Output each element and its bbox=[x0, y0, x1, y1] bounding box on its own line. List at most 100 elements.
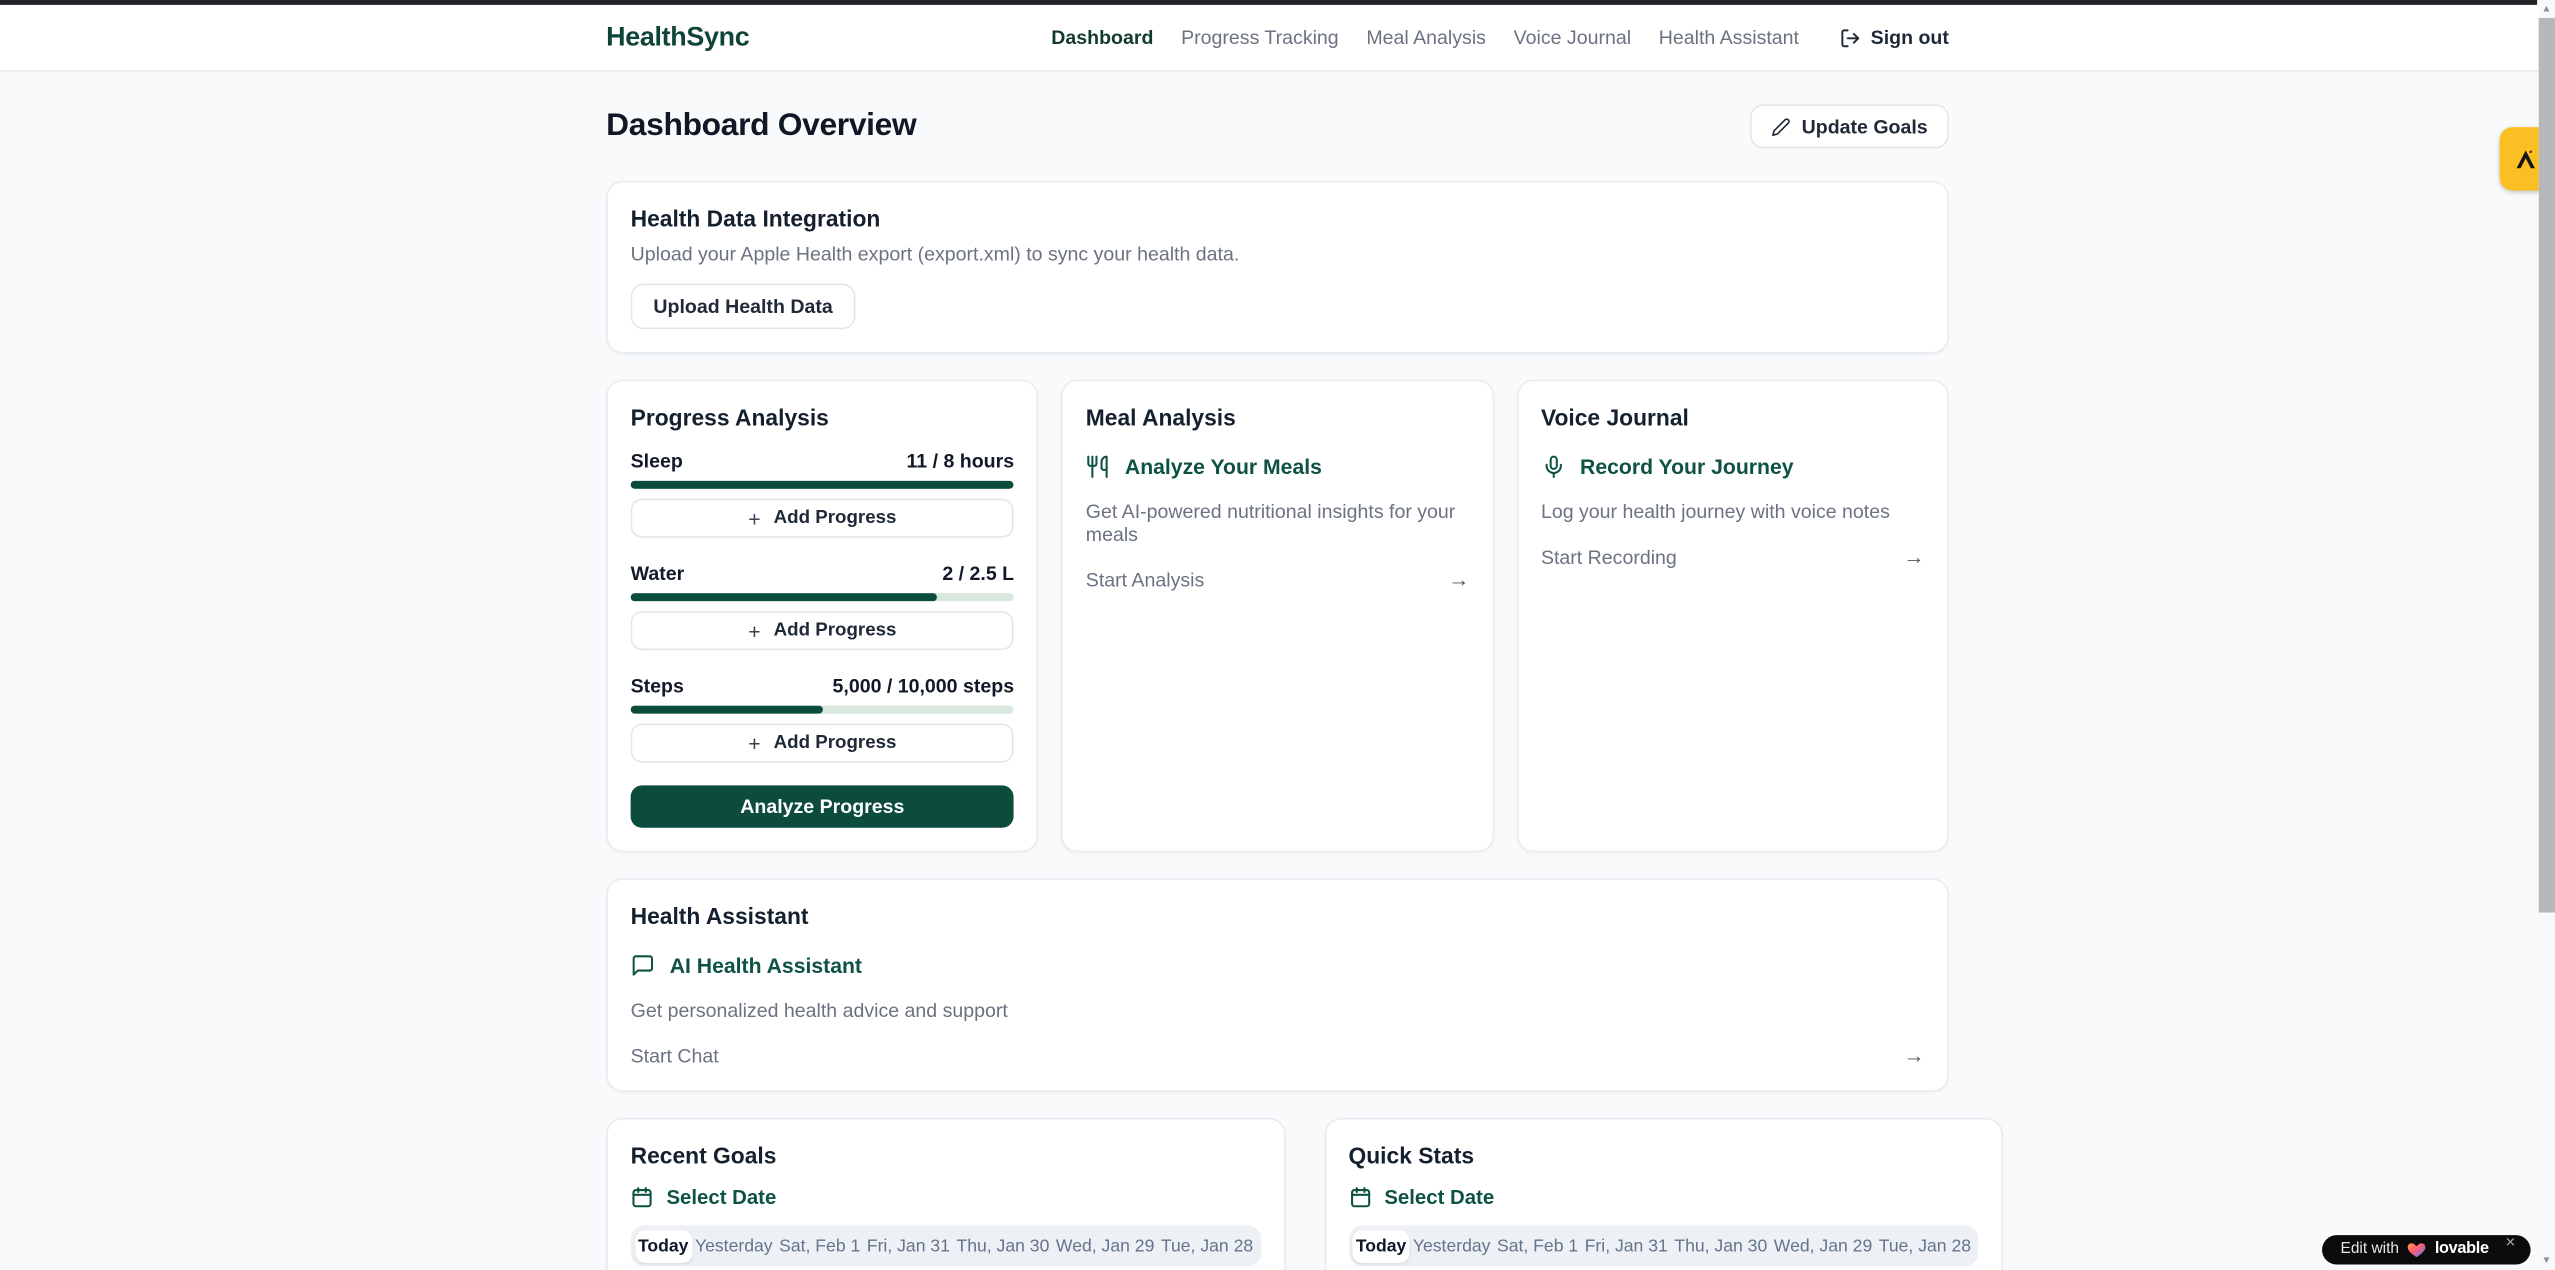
plus-icon: + bbox=[748, 732, 760, 753]
lovable-prefix: Edit with bbox=[2340, 1240, 2399, 1258]
analyze-your-meals-link[interactable]: Analyze Your Meals bbox=[1086, 455, 1469, 479]
goal-value: 2 / 2.5 L bbox=[942, 562, 1014, 585]
app-header: HealthSync Dashboard Progress Tracking M… bbox=[0, 0, 2555, 72]
meal-analysis-card: Meal Analysis Analyze Your Meals Get AI-… bbox=[1061, 380, 1493, 853]
tab-fri-jan-31[interactable]: Fri, Jan 31 bbox=[864, 1229, 954, 1262]
recent-goals-card: Recent Goals Select Date Today Yesterday… bbox=[606, 1118, 1285, 1270]
sign-out-button[interactable]: Sign out bbox=[1840, 26, 1949, 49]
start-analysis-link[interactable]: Start Analysis → bbox=[1086, 567, 1469, 591]
start-recording-link[interactable]: Start Recording → bbox=[1541, 544, 1924, 568]
progress-fill bbox=[631, 593, 938, 601]
health-assistant-card: Health Assistant AI Health Assistant Get… bbox=[606, 878, 1949, 1091]
upload-health-data-button[interactable]: Upload Health Data bbox=[631, 284, 856, 330]
assistant-description: Get personalized health advice and suppo… bbox=[631, 999, 1925, 1022]
scrollbar-thumb[interactable] bbox=[2538, 18, 2555, 913]
progress-track bbox=[631, 706, 1014, 714]
scrollbar: ▲ ▼ bbox=[2538, 0, 2555, 1270]
scrollbar-down-arrow[interactable]: ▼ bbox=[2538, 1252, 2555, 1268]
tab-tue-jan-28[interactable]: Tue, Jan 28 bbox=[1158, 1229, 1257, 1262]
tab-today[interactable]: Today bbox=[1353, 1229, 1410, 1262]
integration-title: Health Data Integration bbox=[631, 205, 1925, 231]
sign-out-label: Sign out bbox=[1871, 26, 1949, 49]
nav-meal-analysis[interactable]: Meal Analysis bbox=[1366, 26, 1486, 49]
progress-analysis-title: Progress Analysis bbox=[631, 404, 1014, 430]
date-tabs: Today Yesterday Sat, Feb 1 Fri, Jan 31 T… bbox=[631, 1225, 1261, 1266]
nav-progress-tracking[interactable]: Progress Tracking bbox=[1181, 26, 1339, 49]
brand-logo: HealthSync bbox=[606, 22, 749, 53]
heart-gradient-icon bbox=[2407, 1240, 2427, 1258]
meal-description: Get AI-powered nutritional insights for … bbox=[1086, 500, 1469, 546]
quick-stats-card: Quick Stats Select Date Today Yesterday … bbox=[1324, 1118, 2003, 1270]
pencil-icon bbox=[1771, 117, 1791, 137]
ai-health-assistant-link[interactable]: AI Health Assistant bbox=[631, 953, 1925, 977]
progress-analysis-card: Progress Analysis Sleep 11 / 8 hours + A… bbox=[606, 380, 1038, 853]
tab-thu-jan-30[interactable]: Thu, Jan 30 bbox=[1671, 1229, 1770, 1262]
add-progress-button-water[interactable]: + Add Progress bbox=[631, 611, 1014, 650]
tab-fri-jan-31[interactable]: Fri, Jan 31 bbox=[1581, 1229, 1671, 1262]
goal-water: Water 2 / 2.5 L + Add Progress bbox=[631, 562, 1014, 650]
microphone-icon bbox=[1541, 455, 1565, 479]
update-goals-button[interactable]: Update Goals bbox=[1749, 104, 1948, 148]
calendar-icon bbox=[1348, 1186, 1371, 1209]
recent-goals-title: Recent Goals bbox=[631, 1142, 1261, 1168]
voice-journal-card: Voice Journal Record Your Journey Log yo… bbox=[1517, 380, 1949, 853]
main-content: Dashboard Overview Update Goals Health D… bbox=[606, 72, 1949, 1270]
health-data-integration-card: Health Data Integration Upload your Appl… bbox=[606, 181, 1949, 354]
goal-label: Steps bbox=[631, 675, 684, 698]
tab-today[interactable]: Today bbox=[635, 1229, 692, 1262]
analyze-progress-button[interactable]: Analyze Progress bbox=[631, 785, 1014, 827]
goal-sleep: Sleep 11 / 8 hours + Add Progress bbox=[631, 450, 1014, 538]
utensils-icon bbox=[1086, 455, 1110, 479]
tab-sat-feb-1[interactable]: Sat, Feb 1 bbox=[1494, 1229, 1582, 1262]
page-title: Dashboard Overview bbox=[606, 108, 916, 145]
tab-wed-jan-29[interactable]: Wed, Jan 29 bbox=[1771, 1229, 1876, 1262]
record-your-journey-link[interactable]: Record Your Journey bbox=[1541, 455, 1924, 479]
arrow-right-icon: → bbox=[1903, 1043, 1924, 1067]
plus-icon: + bbox=[748, 508, 760, 529]
date-tabs: Today Yesterday Sat, Feb 1 Fri, Jan 31 T… bbox=[1348, 1225, 1978, 1266]
start-chat-link[interactable]: Start Chat → bbox=[631, 1043, 1925, 1067]
progress-fill bbox=[631, 481, 1014, 489]
voice-journal-title: Voice Journal bbox=[1541, 404, 1924, 430]
plus-icon: + bbox=[748, 620, 760, 641]
close-icon[interactable]: ✕ bbox=[2505, 1235, 2516, 1250]
goal-value: 5,000 / 10,000 steps bbox=[833, 675, 1015, 698]
arrow-right-icon: → bbox=[1903, 544, 1924, 568]
integration-description: Upload your Apple Health export (export.… bbox=[631, 243, 1925, 266]
scrollbar-up-arrow[interactable]: ▲ bbox=[2538, 2, 2555, 18]
goal-label: Water bbox=[631, 562, 685, 585]
window-top-strip bbox=[0, 0, 2537, 5]
voice-description: Log your health journey with voice notes bbox=[1541, 500, 1924, 523]
quick-stats-title: Quick Stats bbox=[1348, 1142, 1978, 1168]
tab-tue-jan-28[interactable]: Tue, Jan 28 bbox=[1876, 1229, 1975, 1262]
tab-wed-jan-29[interactable]: Wed, Jan 29 bbox=[1053, 1229, 1158, 1262]
select-date-button[interactable]: Select Date bbox=[1348, 1186, 1978, 1209]
arrow-right-icon: → bbox=[1448, 567, 1469, 591]
tab-yesterday[interactable]: Yesterday bbox=[1410, 1229, 1494, 1262]
main-nav: Dashboard Progress Tracking Meal Analysi… bbox=[1051, 26, 1949, 49]
meal-analysis-title: Meal Analysis bbox=[1086, 404, 1469, 430]
logout-icon bbox=[1840, 27, 1861, 48]
progress-track bbox=[631, 593, 1014, 601]
goal-steps: Steps 5,000 / 10,000 steps + Add Progres… bbox=[631, 675, 1014, 763]
nav-dashboard[interactable]: Dashboard bbox=[1051, 26, 1153, 49]
add-progress-button-steps[interactable]: + Add Progress bbox=[631, 723, 1014, 762]
calendar-icon bbox=[631, 1186, 654, 1209]
goal-value: 11 / 8 hours bbox=[906, 450, 1014, 473]
healthsync-app: HealthSync Dashboard Progress Tracking M… bbox=[0, 0, 2555, 1270]
goal-label: Sleep bbox=[631, 450, 683, 473]
chat-bubble-icon bbox=[631, 953, 655, 977]
progress-track bbox=[631, 481, 1014, 489]
extension-logo-icon bbox=[2511, 144, 2540, 173]
select-date-button[interactable]: Select Date bbox=[631, 1186, 1261, 1209]
tab-thu-jan-30[interactable]: Thu, Jan 30 bbox=[953, 1229, 1052, 1262]
nav-voice-journal[interactable]: Voice Journal bbox=[1514, 26, 1631, 49]
progress-fill bbox=[631, 706, 823, 714]
tab-yesterday[interactable]: Yesterday bbox=[692, 1229, 776, 1262]
add-progress-button-sleep[interactable]: + Add Progress bbox=[631, 499, 1014, 538]
health-assistant-title: Health Assistant bbox=[631, 903, 1925, 929]
lovable-label: lovable bbox=[2435, 1240, 2489, 1258]
nav-health-assistant[interactable]: Health Assistant bbox=[1659, 26, 1799, 49]
tab-sat-feb-1[interactable]: Sat, Feb 1 bbox=[776, 1229, 864, 1262]
lovable-badge[interactable]: Edit with lovable ✕ bbox=[2323, 1234, 2531, 1263]
